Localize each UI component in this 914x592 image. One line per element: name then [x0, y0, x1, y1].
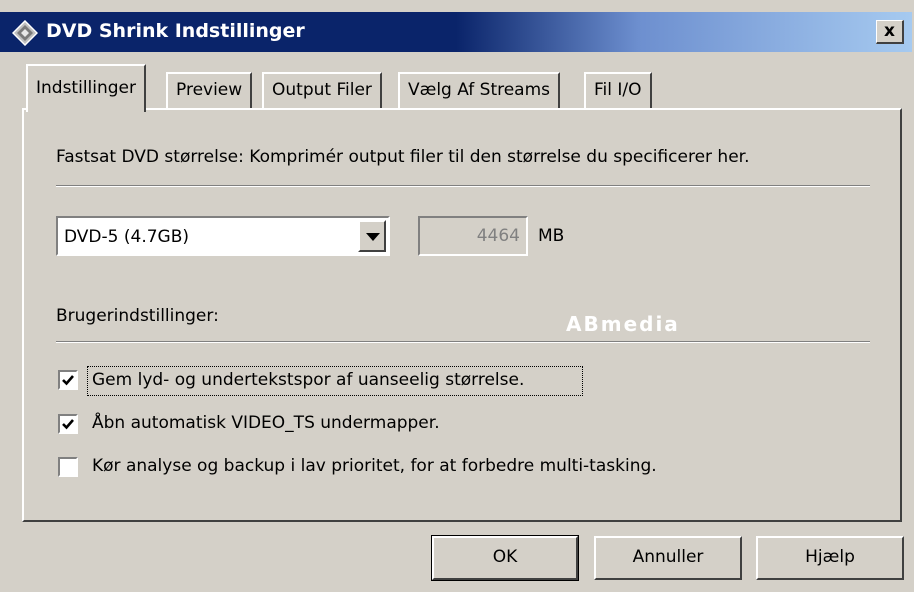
separator-user-settings — [56, 341, 870, 343]
settings-dialog: DVD Shrink Indstillinger x Indstillinger… — [0, 0, 914, 592]
help-button[interactable]: Hjælp — [756, 536, 904, 580]
option-auto-open-video-ts-label[interactable]: Åbn automatisk VIDEO_TS undermapper. — [92, 413, 440, 433]
checkmark-icon — [62, 375, 74, 386]
ok-button[interactable]: OK — [431, 535, 579, 581]
size-unit-label: MB — [538, 226, 565, 246]
user-settings-label: Brugerindstillinger: — [56, 306, 219, 326]
tab-vaelg-af-streams[interactable]: Vælg Af Streams — [398, 72, 561, 108]
dvd-shrink-app-icon — [12, 20, 38, 46]
option-low-priority-checkbox[interactable] — [58, 457, 78, 477]
dvd-size-description: Fastsat DVD størrelse: Komprimér output … — [56, 147, 750, 167]
dvd-size-selected-value: DVD-5 (4.7GB) — [64, 227, 190, 247]
cancel-button[interactable]: Annuller — [594, 536, 742, 580]
size-mb-field: 4464 — [418, 216, 528, 256]
tab-preview[interactable]: Preview — [166, 72, 253, 108]
abmedia-watermark: ABmedia — [566, 312, 680, 336]
window-title: DVD Shrink Indstillinger — [46, 20, 305, 42]
separator-top — [56, 185, 870, 187]
checkmark-icon — [62, 419, 74, 430]
option-low-priority-label[interactable]: Kør analyse og backup i lav prioritet, f… — [92, 456, 657, 476]
tab-output-filer[interactable]: Output Filer — [262, 72, 382, 108]
tab-indstillinger[interactable]: Indstillinger — [26, 64, 147, 112]
option-keep-small-streams-label[interactable]: Gem lyd- og undertekstspor af uanseelig … — [92, 370, 524, 390]
dvd-size-select[interactable]: DVD-5 (4.7GB) — [56, 216, 390, 256]
close-button[interactable]: x — [876, 20, 904, 44]
tab-fil-io[interactable]: Fil I/O — [584, 72, 652, 108]
dropdown-arrow-icon[interactable] — [358, 220, 386, 252]
title-bar[interactable]: DVD Shrink Indstillinger x — [0, 12, 912, 52]
option-keep-small-streams-checkbox[interactable] — [58, 370, 78, 390]
option-auto-open-video-ts-checkbox[interactable] — [58, 414, 78, 434]
